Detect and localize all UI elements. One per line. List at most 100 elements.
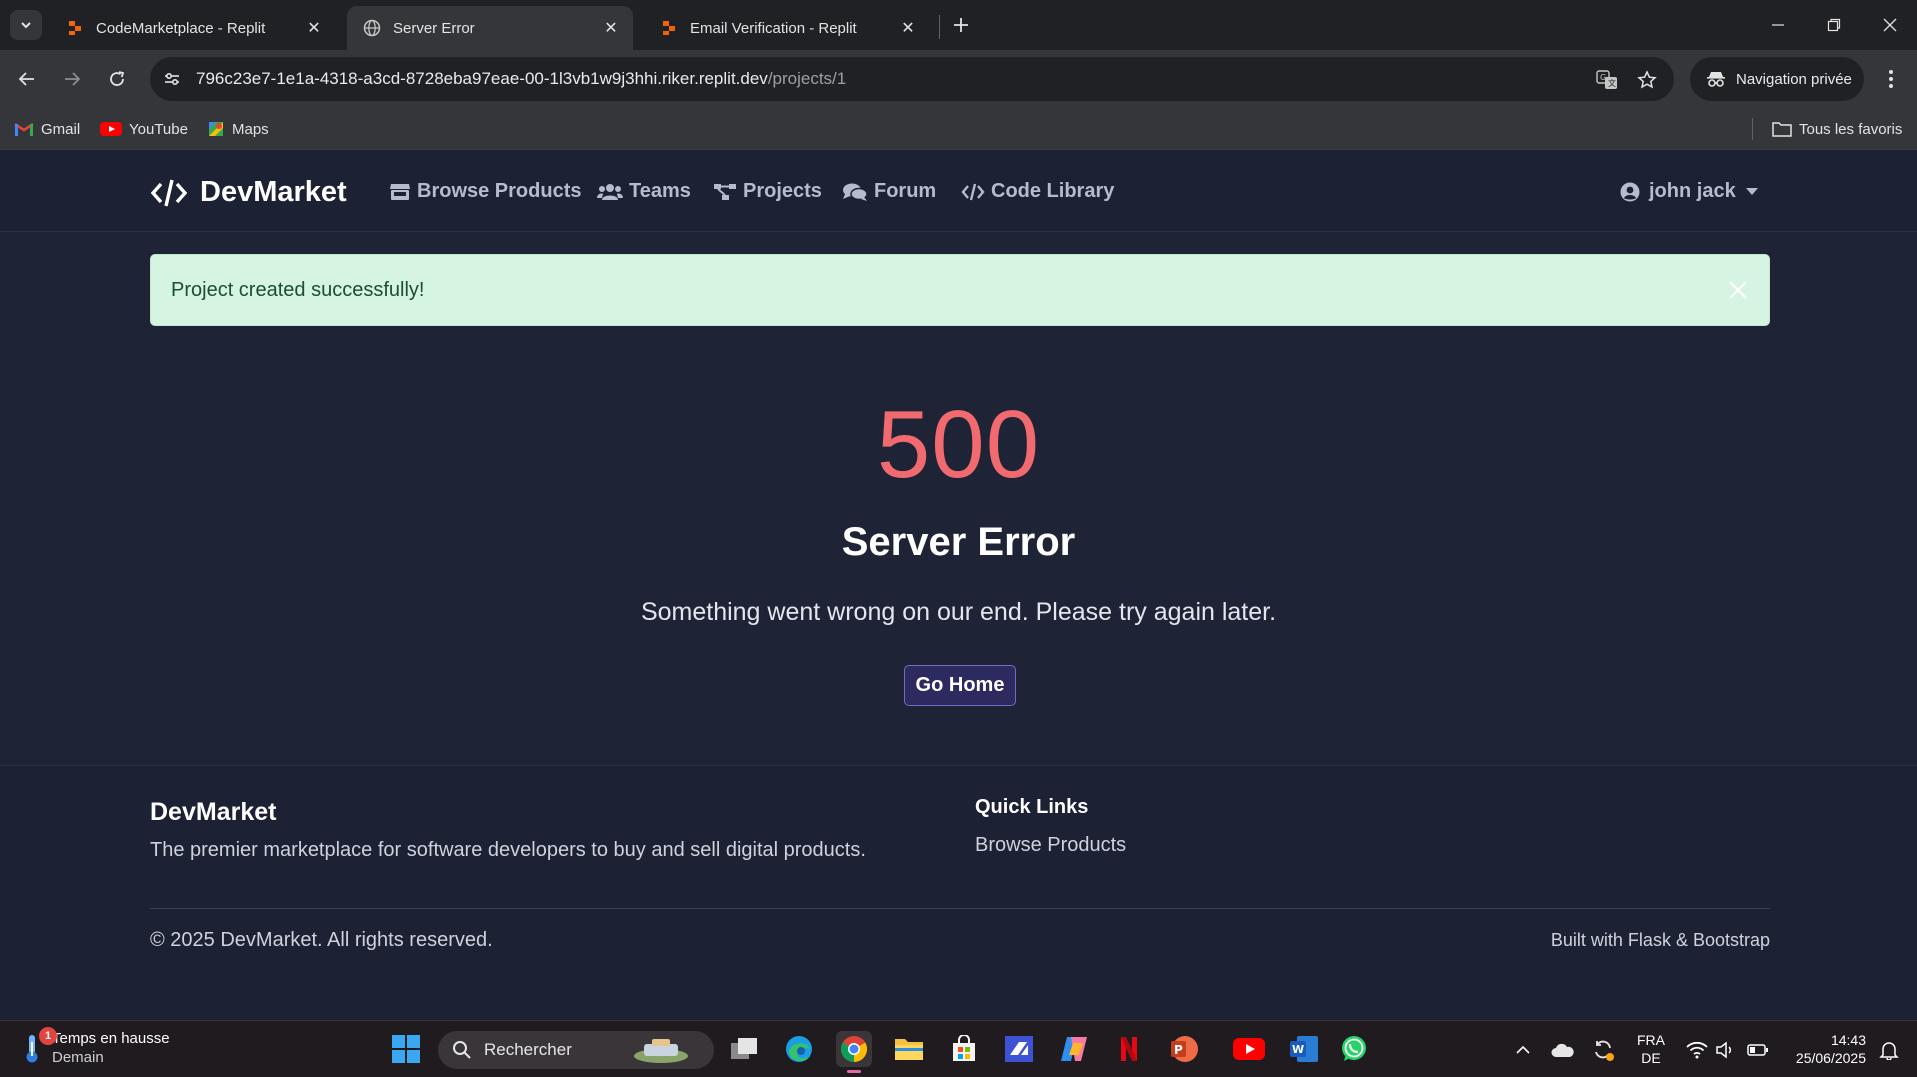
- caret-down-icon: [1745, 187, 1758, 195]
- weather-title: Temps en hausse: [52, 1030, 170, 1047]
- nav-forum[interactable]: Forum: [842, 180, 936, 203]
- powerpoint-icon: P: [1171, 1036, 1198, 1062]
- browser-menu-button[interactable]: [1876, 62, 1906, 96]
- zed-app-button[interactable]: [1001, 1031, 1037, 1067]
- bookmark-maps[interactable]: Maps: [207, 116, 269, 142]
- error-title: Server Error: [841, 520, 1076, 564]
- browser-tab-strip: CodeMarketplace - Replit ✕ Server Error …: [0, 0, 1917, 50]
- go-home-button[interactable]: Go Home: [904, 665, 1016, 706]
- all-bookmarks-label: Tous les favoris: [1799, 120, 1903, 138]
- nav-browse-products[interactable]: Browse Products: [389, 180, 581, 203]
- bookmark-label: YouTube: [129, 120, 188, 138]
- reload-button[interactable]: [100, 62, 134, 96]
- error-code: 500: [876, 391, 1041, 498]
- weather-widget[interactable]: 1 Temps en hausse Demain: [22, 1027, 170, 1067]
- windows-logo-icon: [392, 1035, 420, 1063]
- wifi-button[interactable]: [1684, 1037, 1710, 1063]
- tab-close-icon[interactable]: ✕: [601, 18, 621, 38]
- onedrive-button[interactable]: [1550, 1037, 1576, 1063]
- svg-text:P: P: [1174, 1043, 1183, 1057]
- more-vertical-icon: [1889, 70, 1893, 88]
- url-text: 796c23e7-1e1a-4318-a3cd-8728eba97eae-00-…: [196, 69, 846, 89]
- url-path: /projects/1: [767, 69, 847, 88]
- edge-button[interactable]: [781, 1031, 817, 1067]
- bookmark-gmail[interactable]: Gmail: [14, 116, 80, 142]
- app-icon: [1005, 1036, 1033, 1062]
- search-placeholder: Rechercher: [484, 1040, 572, 1059]
- footer-divider: [150, 908, 1770, 909]
- microsoft-store-button[interactable]: [946, 1031, 982, 1067]
- success-alert: Project created successfully!: [150, 254, 1770, 326]
- notifications-button[interactable]: [1876, 1037, 1902, 1063]
- built-with-text: Built with Flask & Bootstrap: [1550, 930, 1770, 950]
- close-icon[interactable]: [1725, 277, 1751, 303]
- start-button[interactable]: [388, 1031, 424, 1067]
- new-tab-button[interactable]: [948, 12, 974, 38]
- whatsapp-button[interactable]: [1336, 1031, 1372, 1067]
- svg-text:文: 文: [1608, 78, 1616, 88]
- maps-icon: [209, 122, 223, 136]
- copilot-button[interactable]: [1056, 1031, 1092, 1067]
- browser-toolbar: 796c23e7-1e1a-4318-a3cd-8728eba97eae-00-…: [0, 50, 1917, 108]
- tab-email-verification[interactable]: Email Verification - Replit ✕: [644, 6, 930, 50]
- nav-teams[interactable]: Teams: [597, 180, 691, 203]
- powerpoint-button[interactable]: P: [1166, 1031, 1202, 1067]
- tab-close-icon[interactable]: ✕: [898, 18, 918, 38]
- tab-title: Server Error: [393, 19, 475, 37]
- sync-button[interactable]: [1590, 1037, 1616, 1063]
- input-language-indicator[interactable]: FRA DE: [1635, 1031, 1667, 1067]
- bookmarks-separator: [1752, 118, 1753, 140]
- nav-label: Projects: [743, 180, 822, 202]
- code-icon: [150, 179, 188, 206]
- incognito-icon: [1707, 72, 1725, 87]
- restore-button[interactable]: [1806, 0, 1862, 50]
- tab-codemarketplace[interactable]: CodeMarketplace - Replit ✕: [50, 6, 336, 50]
- chrome-button[interactable]: [836, 1031, 872, 1073]
- minimize-button[interactable]: [1750, 0, 1806, 50]
- volume-button[interactable]: [1712, 1037, 1738, 1063]
- youtube-app-button[interactable]: [1231, 1031, 1267, 1067]
- brand-link[interactable]: DevMarket: [150, 176, 347, 209]
- back-button[interactable]: [10, 62, 44, 96]
- nav-code-library[interactable]: Code Library: [961, 180, 1114, 203]
- tab-server-error[interactable]: Server Error ✕: [347, 6, 633, 50]
- tab-search-button[interactable]: [10, 10, 42, 40]
- tab-title: CodeMarketplace - Replit: [96, 19, 266, 37]
- file-explorer-button[interactable]: [891, 1031, 927, 1067]
- windows-taskbar: 1 Temps en hausse Demain Rechercher P W …: [0, 1020, 1917, 1077]
- site-info-button[interactable]: [152, 57, 192, 101]
- word-button[interactable]: W: [1286, 1031, 1322, 1067]
- battery-button[interactable]: [1745, 1037, 1771, 1063]
- svg-text:W: W: [1292, 1043, 1304, 1056]
- bookmark-youtube[interactable]: YouTube: [100, 116, 188, 142]
- tab-close-icon[interactable]: ✕: [304, 18, 324, 38]
- arrow-left-icon: [18, 72, 34, 86]
- system-clock[interactable]: 14:43 25/06/2025: [1786, 1031, 1866, 1067]
- globe-icon: [363, 19, 381, 37]
- nav-label: Teams: [629, 180, 691, 202]
- translate-button[interactable]: G文: [1592, 65, 1622, 95]
- bookmark-star-button[interactable]: [1632, 65, 1662, 95]
- site-navbar: DevMarket Browse Products Teams Projects…: [0, 150, 1917, 232]
- arrow-right-icon: [65, 72, 81, 86]
- youtube-icon: [100, 122, 122, 136]
- forward-button[interactable]: [55, 62, 89, 96]
- address-bar[interactable]: 796c23e7-1e1a-4318-a3cd-8728eba97eae-00-…: [150, 57, 1674, 101]
- footer-link-browse-products[interactable]: Browse Products: [975, 834, 1126, 857]
- wifi-icon: [1686, 1041, 1708, 1059]
- show-hidden-icons-button[interactable]: [1510, 1037, 1536, 1063]
- tab-title: Email Verification - Replit: [690, 19, 857, 37]
- reload-icon: [110, 71, 125, 86]
- user-dropdown[interactable]: john jack: [1620, 180, 1758, 203]
- close-window-button[interactable]: [1862, 0, 1917, 50]
- weather-text: Temps en hausse Demain: [52, 1029, 170, 1067]
- restore-icon: [1827, 18, 1841, 32]
- all-bookmarks-button[interactable]: Tous les favoris: [1772, 116, 1902, 142]
- taskbar-search[interactable]: Rechercher: [438, 1031, 714, 1069]
- task-view-button[interactable]: [726, 1031, 762, 1067]
- netflix-button[interactable]: [1111, 1031, 1147, 1067]
- user-name: john jack: [1649, 180, 1736, 202]
- nav-projects[interactable]: Projects: [713, 180, 822, 203]
- web-page: DevMarket Browse Products Teams Projects…: [0, 150, 1917, 1020]
- private-browsing-indicator[interactable]: Navigation privée: [1690, 57, 1864, 101]
